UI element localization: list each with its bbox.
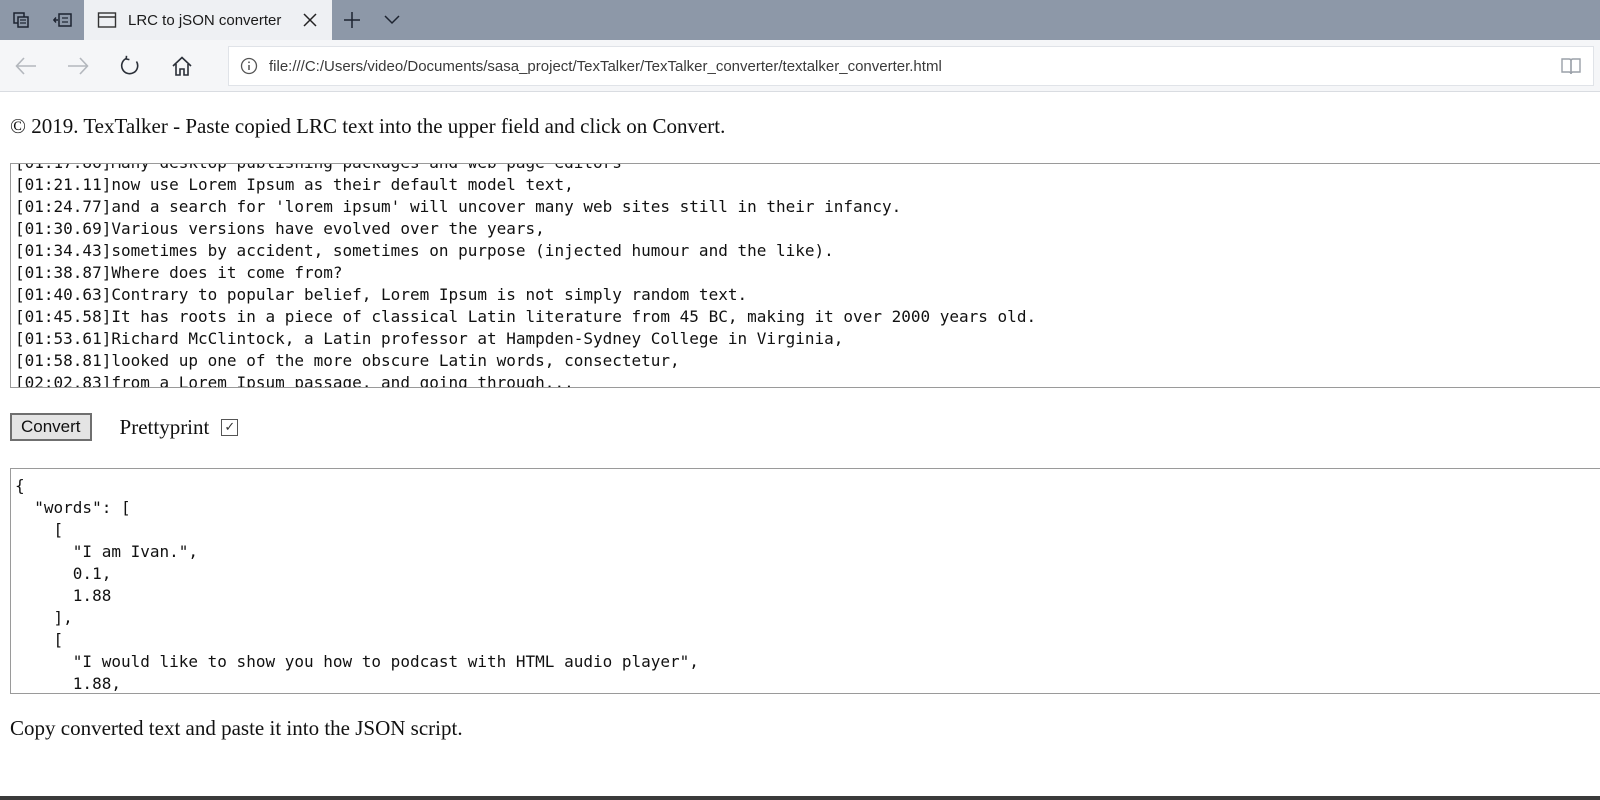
lrc-input-textarea[interactable]: [01:17.86]Many desktop publishing packag… — [10, 163, 1600, 388]
arrow-right-icon — [68, 56, 89, 75]
json-line: "I am Ivan.", — [15, 542, 199, 561]
tabs-aside-icon[interactable] — [0, 0, 42, 40]
json-output-textarea[interactable]: { "words": [ [ "I am Ivan.", 0.1, 1.88 ]… — [10, 468, 1600, 694]
intro-text: © 2019. TexTalker - Paste copied LRC tex… — [10, 114, 726, 138]
json-lines: { "words": [ [ "I am Ivan.", 0.1, 1.88 ]… — [15, 475, 699, 693]
controls-row: Convert Prettyprint ✓ — [10, 412, 239, 442]
prettyprint-checkbox[interactable]: ✓ — [221, 418, 239, 436]
json-line: [ — [15, 630, 64, 649]
lrc-lines: [01:17.86]Many desktop publishing packag… — [15, 164, 1037, 388]
lrc-line: [01:17.86]Many desktop publishing packag… — [15, 164, 1036, 174]
convert-button[interactable]: Convert — [10, 413, 92, 441]
json-line: { — [15, 476, 25, 495]
json-line: 1.88 — [15, 586, 112, 605]
back-button[interactable] — [0, 40, 52, 92]
info-icon[interactable] — [229, 47, 269, 85]
json-line: "I would like to show you how to podcast… — [15, 652, 699, 671]
plus-icon[interactable] — [332, 0, 372, 40]
chevron-down-icon[interactable] — [372, 0, 412, 40]
prettyprint-label: Prettyprint — [119, 414, 210, 439]
lrc-line: [01:53.61]Richard McClintock, a Latin pr… — [15, 329, 844, 348]
json-line: "words": [ — [15, 498, 131, 517]
json-line: [ — [15, 520, 64, 539]
lrc-line: [01:38.87]Where does it come from? — [15, 263, 343, 282]
bottom-strip — [0, 796, 1600, 800]
forward-button[interactable] — [52, 40, 104, 92]
tab-title: LRC to jSON converter — [128, 11, 282, 29]
address-url[interactable]: file:///C:/Users/video/Documents/sasa_pr… — [269, 58, 1549, 75]
navigation-bar: file:///C:/Users/video/Documents/sasa_pr… — [0, 40, 1600, 92]
lrc-line: [02:02.83]from a Lorem Ipsum passage, an… — [15, 373, 574, 388]
home-button[interactable] — [156, 40, 208, 92]
lrc-line: [01:30.69]Various versions have evolved … — [15, 219, 545, 238]
lrc-line: [01:45.58]It has roots in a piece of cla… — [15, 307, 1037, 326]
footer-text: Copy converted text and paste it into th… — [10, 716, 463, 740]
lrc-line: [01:34.43]sometimes by accident, sometim… — [15, 241, 834, 260]
active-tab[interactable]: LRC to jSON converter — [84, 0, 332, 40]
lrc-line: [01:40.63]Contrary to popular belief, Lo… — [15, 285, 748, 304]
close-icon[interactable] — [298, 8, 322, 32]
address-bar[interactable]: file:///C:/Users/video/Documents/sasa_pr… — [228, 46, 1594, 86]
tab-bar: LRC to jSON converter — [0, 0, 1600, 40]
home-icon — [172, 55, 192, 76]
lrc-line: [01:24.77]and a search for 'lorem ipsum'… — [15, 197, 902, 216]
refresh-button[interactable] — [104, 40, 156, 92]
json-line: 0.1, — [15, 564, 112, 583]
page-icon — [96, 9, 118, 31]
json-line: ], — [15, 608, 73, 627]
arrow-left-icon — [15, 56, 36, 75]
refresh-icon — [120, 55, 139, 74]
lrc-line: [01:21.11]now use Lorem Ipsum as their d… — [15, 175, 574, 194]
tabs-restore-icon[interactable] — [42, 0, 84, 40]
reading-view-icon[interactable] — [1549, 47, 1593, 85]
page-content: © 2019. TexTalker - Paste copied LRC tex… — [0, 92, 1600, 800]
lrc-line: [01:58.81]looked up one of the more obsc… — [15, 351, 680, 370]
json-line: 1.88, — [15, 674, 121, 693]
